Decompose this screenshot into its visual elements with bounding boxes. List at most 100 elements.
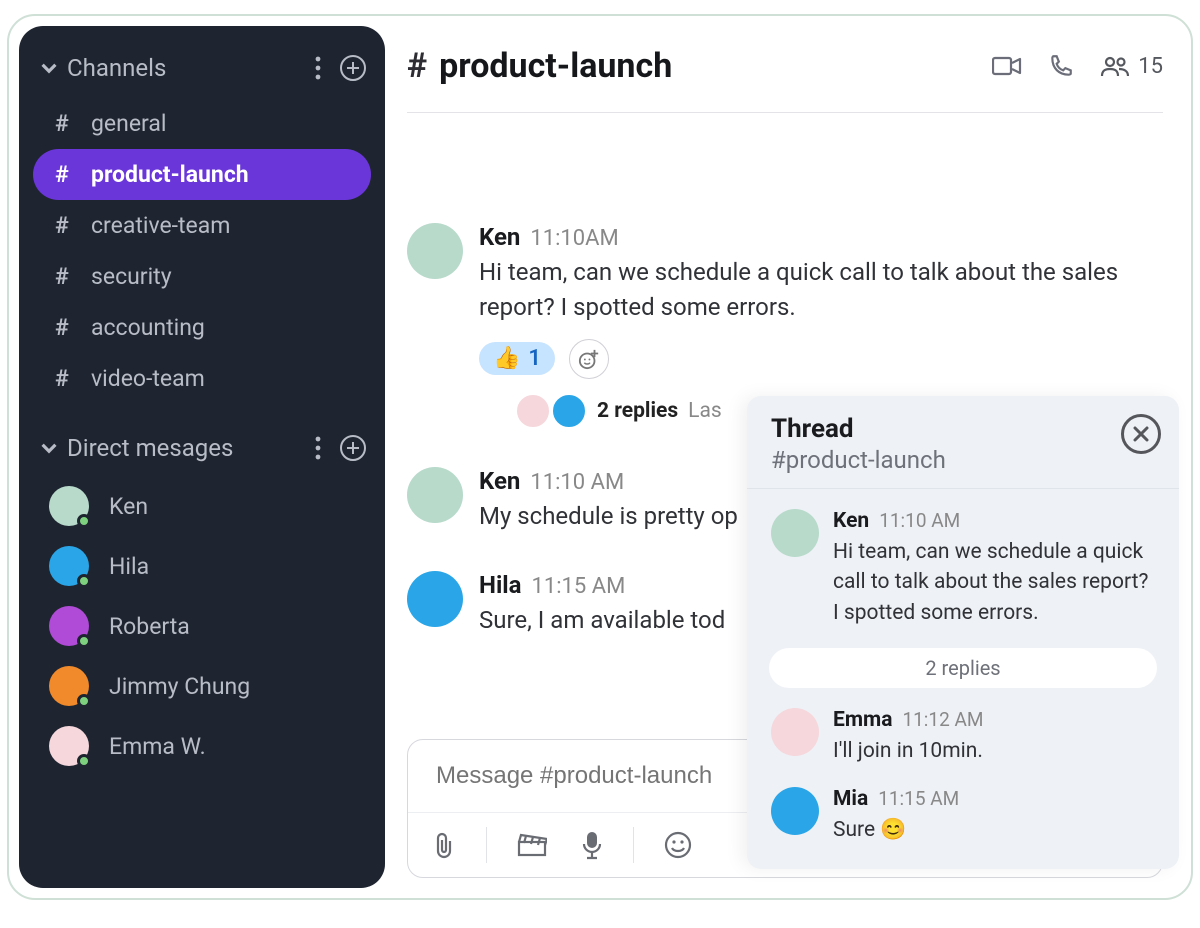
channels-title: Channels xyxy=(67,54,297,82)
dm-item-emma-w[interactable]: Emma W. xyxy=(33,716,371,776)
avatar xyxy=(771,708,819,756)
channel-label: video-team xyxy=(91,365,205,392)
app-window: Channels #general #product-launch #creat… xyxy=(7,14,1193,900)
main-panel: # product-launch 15 xyxy=(395,16,1191,898)
hash-icon: # xyxy=(55,161,91,188)
message-text: Hi team, can we schedule a quick call to… xyxy=(479,255,1163,325)
add-reaction-button[interactable] xyxy=(569,339,609,379)
presence-indicator xyxy=(77,574,91,588)
sidebar: Channels #general #product-launch #creat… xyxy=(19,26,385,888)
channel-label: creative-team xyxy=(91,212,230,239)
sidebar-item-general[interactable]: #general xyxy=(33,98,371,149)
close-button[interactable] xyxy=(1121,414,1161,454)
thread-panel: Thread #product-launch Ken 11:10 AM Hi te… xyxy=(747,396,1179,869)
thread-subtitle: #product-launch xyxy=(771,446,1121,474)
channel-label: security xyxy=(91,263,172,290)
more-icon[interactable] xyxy=(315,56,321,80)
hash-icon: # xyxy=(55,110,91,137)
hash-icon: # xyxy=(407,46,427,86)
video-call-button[interactable] xyxy=(992,55,1022,77)
channel-list: #general #product-launch #creative-team … xyxy=(19,92,385,424)
hash-icon: # xyxy=(55,365,91,392)
dm-item-roberta[interactable]: Roberta xyxy=(33,596,371,656)
clapper-icon[interactable] xyxy=(517,833,547,857)
hash-icon: # xyxy=(55,212,91,239)
message-time: 11:10AM xyxy=(530,226,618,251)
chevron-down-icon xyxy=(41,60,57,76)
reactions: 👍 1 xyxy=(479,339,1163,379)
avatar xyxy=(407,571,463,627)
add-channel-button[interactable] xyxy=(339,54,367,82)
message-time: 11:15 AM xyxy=(532,574,626,599)
sidebar-item-security[interactable]: #security xyxy=(33,251,371,302)
channel-label: accounting xyxy=(91,314,205,341)
dm-label: Roberta xyxy=(109,613,190,640)
dm-header[interactable]: Direct mesages xyxy=(19,424,385,472)
dm-item-hila[interactable]: Hila xyxy=(33,536,371,596)
dm-label: Emma W. xyxy=(109,733,206,760)
presence-indicator xyxy=(77,634,91,648)
message-author: Ken xyxy=(833,509,869,533)
avatar xyxy=(407,223,463,279)
reply-count-divider: 2 replies xyxy=(769,648,1157,688)
message-text: Sure 😊 xyxy=(833,815,1155,845)
attachment-icon[interactable] xyxy=(432,831,456,859)
dm-label: Ken xyxy=(109,493,148,520)
dm-label: Jimmy Chung xyxy=(109,673,250,700)
dm-item-ken[interactable]: Ken xyxy=(33,476,371,536)
reaction-thumbs-up[interactable]: 👍 1 xyxy=(479,342,555,375)
thread-message[interactable]: Ken 11:10 AM Hi team, can we schedule a q… xyxy=(765,499,1161,638)
member-count-button[interactable]: 15 xyxy=(1100,54,1163,79)
audio-call-button[interactable] xyxy=(1048,53,1074,79)
reaction-emoji: 👍 xyxy=(493,346,520,371)
sidebar-item-creative-team[interactable]: #creative-team xyxy=(33,200,371,251)
presence-indicator xyxy=(77,754,91,768)
sidebar-item-video-team[interactable]: #video-team xyxy=(33,353,371,404)
thread-message-list: Ken 11:10 AM Hi team, can we schedule a q… xyxy=(747,489,1179,869)
presence-indicator xyxy=(77,694,91,708)
emoji-icon[interactable] xyxy=(664,831,692,859)
message-time: 11:10 AM xyxy=(879,509,960,532)
avatar xyxy=(515,393,551,429)
message-text: Hi team, can we schedule a quick call to… xyxy=(833,537,1155,628)
avatar xyxy=(407,467,463,523)
microphone-icon[interactable] xyxy=(581,830,603,860)
message-author: Emma xyxy=(833,708,892,732)
channel-name: product-launch xyxy=(439,46,672,86)
thread-last-reply: Las xyxy=(688,399,722,423)
presence-indicator xyxy=(77,514,91,528)
channel-header: # product-launch 15 xyxy=(407,36,1163,113)
header-actions: 15 xyxy=(992,53,1163,79)
channel-label: general xyxy=(91,110,166,137)
member-count-value: 15 xyxy=(1138,54,1163,79)
avatar xyxy=(551,393,587,429)
dm-list: Ken Hila Roberta Jimmy Chung Emma W. xyxy=(19,472,385,780)
thread-message[interactable]: Emma 11:12 AM I'll join in 10min. xyxy=(765,698,1161,776)
message-time: 11:12 AM xyxy=(902,708,983,731)
thread-header: Thread #product-launch xyxy=(747,396,1179,489)
hash-icon: # xyxy=(55,263,91,290)
thread-message[interactable]: Mia 11:15 AM Sure 😊 xyxy=(765,777,1161,855)
channel-label: product-launch xyxy=(91,161,249,188)
message-time: 11:15 AM xyxy=(878,787,959,810)
sidebar-item-accounting[interactable]: #accounting xyxy=(33,302,371,353)
message-time: 11:10 AM xyxy=(530,470,624,495)
sidebar-item-product-launch[interactable]: #product-launch xyxy=(33,149,371,200)
message-author: Ken xyxy=(479,223,520,251)
thread-reply-count: 2 replies xyxy=(597,399,678,423)
message-author: Ken xyxy=(479,467,520,495)
dm-title: Direct mesages xyxy=(67,434,297,462)
avatar xyxy=(771,509,819,557)
add-dm-button[interactable] xyxy=(339,434,367,462)
more-icon[interactable] xyxy=(315,436,321,460)
message-author: Mia xyxy=(833,787,868,811)
reaction-count: 1 xyxy=(528,346,541,371)
hash-icon: # xyxy=(55,314,91,341)
message-author: Hila xyxy=(479,571,522,599)
channels-header[interactable]: Channels xyxy=(19,44,385,92)
chevron-down-icon xyxy=(41,440,57,456)
avatar xyxy=(771,787,819,835)
dm-item-jimmy-chung[interactable]: Jimmy Chung xyxy=(33,656,371,716)
message-text: I'll join in 10min. xyxy=(833,736,1155,766)
dm-label: Hila xyxy=(109,553,149,580)
